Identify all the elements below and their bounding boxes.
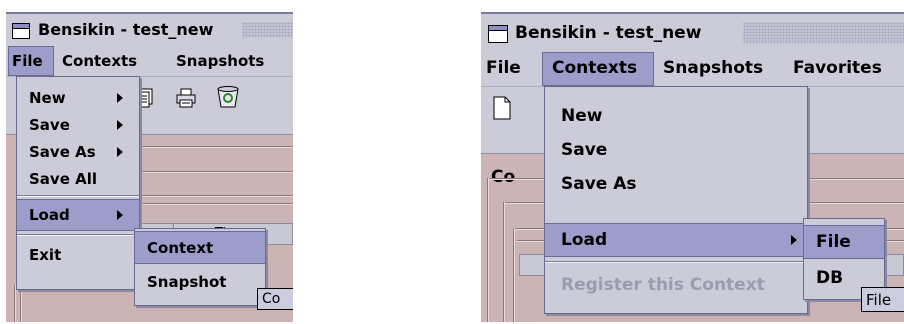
menu-separator (545, 261, 807, 263)
menu-item-label: Exit (29, 246, 62, 264)
menu-item-save[interactable]: Save (17, 112, 139, 138)
menu-item-label: Save As (561, 174, 637, 194)
divider (132, 146, 293, 148)
menu-item-new[interactable]: New (545, 101, 807, 131)
document-icon[interactable] (492, 96, 512, 120)
menu-item-register-context: Register this Context (545, 265, 807, 305)
contexts-menu: New Save Save As Load Register this Cont… (544, 86, 808, 314)
window-title: Bensikin - test_new (515, 23, 702, 43)
menu-contexts[interactable]: Contexts (62, 46, 137, 76)
file-menu: New Save Save As Save All Load Exit (16, 76, 140, 290)
print-icon[interactable] (174, 87, 198, 109)
submenu-item-label: DB (816, 268, 844, 288)
menu-item-label: Load (29, 206, 70, 224)
submenu-item-label: File (816, 232, 851, 252)
submenu-item-file[interactable]: File (804, 225, 884, 259)
menu-snapshots[interactable]: Snapshots (663, 52, 763, 86)
submenu-item-snapshot[interactable]: Snapshot (135, 265, 265, 299)
divider (487, 178, 489, 322)
arrow-right-icon (791, 235, 797, 245)
submenu-item-label: Context (147, 238, 214, 257)
arrow-right-icon (117, 120, 123, 130)
trash-icon[interactable] (214, 83, 242, 111)
divider (20, 285, 22, 322)
arrow-right-icon (117, 147, 123, 157)
panel-title-fragment: Co (491, 167, 516, 187)
window-icon[interactable] (488, 25, 508, 43)
menu-snapshots[interactable]: Snapshots (176, 46, 264, 76)
menu-bar: File Contexts Snapshots Favorites (481, 52, 904, 87)
menu-file[interactable]: File (486, 52, 521, 86)
arrow-right-icon (117, 93, 123, 103)
submenu-item-label: Snapshot (147, 273, 227, 291)
right-window: Bensikin - test_new File Contexts Snapsh… (481, 12, 904, 322)
menu-bar: File Contexts Snapshots (6, 46, 293, 77)
divider (14, 285, 16, 322)
menu-item-new[interactable]: New (17, 85, 139, 111)
window-title: Bensikin - test_new (38, 20, 214, 39)
menu-item-load[interactable]: Load (545, 223, 807, 257)
menu-separator (17, 234, 139, 236)
menu-file[interactable]: File (8, 46, 54, 76)
menu-contexts[interactable]: Contexts (542, 52, 654, 86)
divider (513, 228, 515, 322)
menu-separator (17, 195, 139, 197)
menu-item-save[interactable]: Save (545, 135, 807, 165)
menu-item-save-all[interactable]: Save All (17, 166, 139, 192)
menu-item-label: Register this Context (561, 275, 765, 295)
title-bar[interactable]: Bensikin - test_new (6, 12, 293, 46)
submenu-item-context[interactable]: Context (135, 231, 265, 264)
left-window: Bensikin - test_new File Contexts Snapsh… (6, 12, 293, 322)
menu-item-save-as[interactable]: Save As (17, 139, 139, 165)
title-bar[interactable]: Bensikin - test_new (481, 12, 904, 52)
menu-item-load[interactable]: Load (17, 199, 139, 231)
divider (132, 171, 293, 173)
menu-item-label: Save All (29, 170, 97, 188)
menu-favorites[interactable]: Favorites (793, 52, 882, 86)
divider (503, 202, 505, 322)
arrow-right-icon (117, 210, 123, 220)
menu-item-label: New (29, 89, 66, 107)
window-icon[interactable] (12, 23, 30, 39)
menu-item-label: Save (29, 116, 70, 134)
menu-item-label: Save As (29, 143, 96, 161)
menu-item-label: Load (561, 230, 608, 250)
divider (132, 195, 293, 197)
tooltip: File (861, 287, 904, 312)
tooltip: Co (257, 288, 293, 310)
load-submenu: Context Snapshot (134, 228, 266, 306)
menu-item-label: Save (561, 140, 608, 160)
menu-item-exit[interactable]: Exit (17, 237, 139, 273)
menu-item-save-as[interactable]: Save As (545, 169, 807, 199)
menu-item-label: New (561, 106, 603, 126)
divider (132, 203, 293, 205)
